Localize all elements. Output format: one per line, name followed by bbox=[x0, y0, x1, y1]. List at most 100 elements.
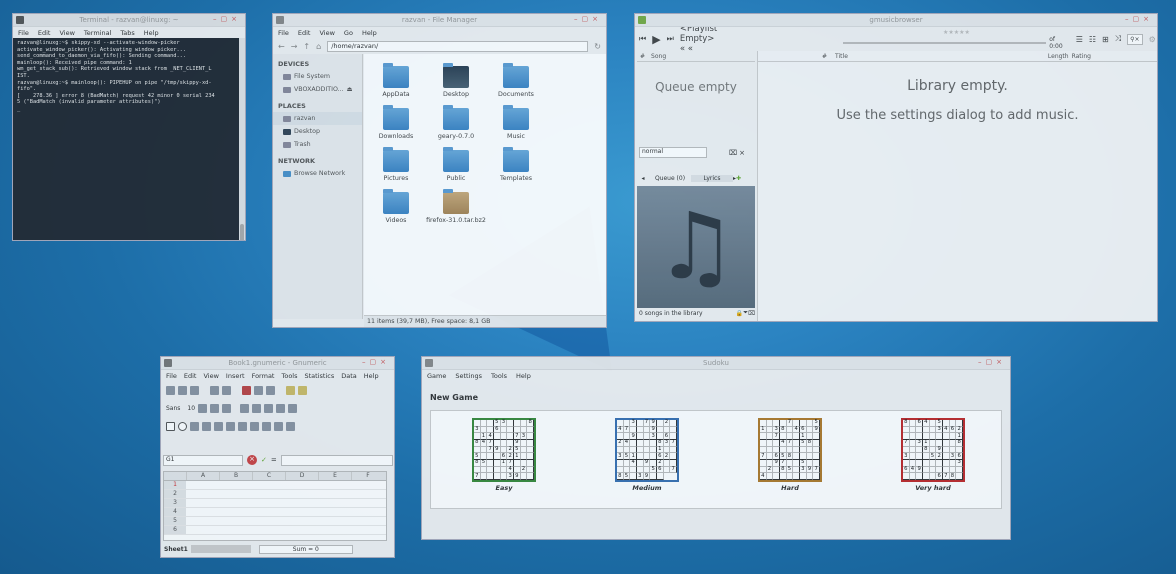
menu-format[interactable]: Format bbox=[252, 372, 275, 380]
menu-game[interactable]: Game bbox=[427, 372, 446, 380]
menu-help[interactable]: Help bbox=[516, 372, 531, 380]
menu-statistics[interactable]: Statistics bbox=[305, 372, 335, 380]
table-row[interactable]: 3 bbox=[164, 499, 386, 508]
size-select[interactable]: 10 bbox=[187, 405, 195, 412]
back-icon[interactable]: ← bbox=[278, 42, 285, 51]
puzzle-medium[interactable]: 3 7 9 2 4 7 9 9 3 6 2 4 8 3 7 1 3 5 1 6 2 4 9 2 5 6 7 8 5 3 9 Medium bbox=[612, 418, 682, 492]
col-title[interactable]: Title bbox=[835, 53, 848, 60]
sidebar-item-home[interactable]: razvan bbox=[273, 112, 362, 125]
gnumeric-window[interactable]: Book1.gnumeric - Gnumeric –▢× File Edit V… bbox=[160, 356, 395, 558]
file-item[interactable]: Downloads bbox=[366, 105, 426, 140]
col-number[interactable]: # bbox=[822, 53, 827, 60]
file-item[interactable]: Videos bbox=[366, 189, 426, 224]
window-controls-icon[interactable]: –▢× bbox=[978, 358, 1006, 366]
file-item[interactable]: Documents bbox=[486, 63, 546, 98]
gnumeric-titlebar[interactable]: Book1.gnumeric - Gnumeric –▢× bbox=[161, 357, 394, 370]
undo-icon[interactable] bbox=[286, 385, 295, 395]
window-controls-icon[interactable]: –▢× bbox=[362, 358, 390, 366]
bold-icon[interactable] bbox=[198, 403, 208, 413]
file-item[interactable]: Pictures bbox=[366, 147, 426, 182]
file-item[interactable]: Desktop bbox=[426, 63, 486, 98]
sidebar-item-trash[interactable]: Trash bbox=[273, 138, 362, 151]
new-icon[interactable] bbox=[166, 385, 175, 395]
menu-view[interactable]: View bbox=[59, 29, 74, 37]
rectangle-icon[interactable] bbox=[166, 421, 175, 431]
accept-icon[interactable]: ✓ bbox=[261, 456, 267, 464]
add-icon[interactable]: ✚ bbox=[736, 175, 741, 182]
search-input[interactable]: ⚲ × bbox=[1127, 33, 1143, 45]
menu-file[interactable]: File bbox=[166, 372, 177, 380]
align-right-icon[interactable] bbox=[264, 403, 274, 413]
col-length[interactable]: Length bbox=[1048, 53, 1069, 60]
combo-icon[interactable] bbox=[286, 421, 295, 431]
terminal-scrollbar[interactable] bbox=[239, 38, 245, 240]
window-controls-icon[interactable]: –▢× bbox=[213, 15, 241, 23]
puzzle-easy[interactable]: 5 3 8 3 6 1 4 7 3 8 4 7 9 7 9 2 5 5 6 2 1 8 5 1 7 4 2 7 3 9 Easy bbox=[469, 418, 539, 492]
equals-icon[interactable]: = bbox=[271, 456, 277, 464]
sheet-tab[interactable]: Sheet1 bbox=[161, 546, 191, 553]
terminal-output[interactable]: razvan@linuxg:~$ skippy-xd --activate-wi… bbox=[13, 38, 245, 240]
sudoku-grid[interactable]: 538361473847979255621851742739 bbox=[472, 418, 536, 482]
up-icon[interactable]: ↑ bbox=[303, 42, 310, 51]
align-left-icon[interactable] bbox=[240, 403, 250, 413]
menu-view[interactable]: View bbox=[319, 29, 334, 37]
preview-icon[interactable] bbox=[222, 385, 231, 395]
music-window[interactable]: gmusicbrowser –▢× ⏮ ▶ ⏭ <Playlist Empty> « … bbox=[634, 13, 1158, 322]
save-icon[interactable] bbox=[190, 385, 199, 395]
menu-tools[interactable]: Tools bbox=[491, 372, 507, 380]
ellipse-icon[interactable] bbox=[178, 421, 187, 431]
home-icon[interactable]: ⌂ bbox=[316, 42, 321, 51]
window-controls-icon[interactable]: –▢× bbox=[1125, 15, 1153, 23]
menu-view[interactable]: View bbox=[203, 372, 218, 380]
terminal-titlebar[interactable]: Terminal - razvan@linuxg: ~ –▢× bbox=[13, 14, 245, 27]
library-panel[interactable]: # Title Length Rating Library empty. Use th… bbox=[757, 51, 1157, 321]
scrollbar-icon[interactable] bbox=[262, 421, 271, 431]
open-icon[interactable] bbox=[178, 385, 187, 395]
align-center-icon[interactable] bbox=[252, 403, 262, 413]
file-item[interactable]: Public bbox=[426, 147, 486, 182]
button-icon[interactable] bbox=[250, 421, 259, 431]
menu-help[interactable]: Help bbox=[364, 372, 379, 380]
spreadsheet-grid[interactable]: ABCDEF 1 2 3 4 5 6 bbox=[163, 471, 387, 541]
song-column-header[interactable]: # Song bbox=[637, 51, 755, 62]
seek-slider[interactable] bbox=[843, 41, 1047, 44]
cancel-icon[interactable]: × bbox=[247, 455, 257, 465]
menu-insert[interactable]: Insert bbox=[226, 372, 245, 380]
detail-view-icon[interactable]: ☷ bbox=[1089, 35, 1096, 44]
sidebar-item-filesystem[interactable]: File System bbox=[273, 70, 362, 83]
menu-edit[interactable]: Edit bbox=[38, 29, 51, 37]
path-input[interactable]: /home/razvan/ bbox=[327, 40, 589, 52]
music-titlebar[interactable]: gmusicbrowser –▢× bbox=[635, 14, 1157, 27]
left-arrow-icon[interactable]: ◂ bbox=[637, 175, 649, 182]
sudoku-titlebar[interactable]: Sudoku –▢× bbox=[422, 357, 1010, 370]
tab-lyrics[interactable]: Lyrics bbox=[691, 175, 733, 182]
close-filter-icon[interactable]: ⌧ bbox=[748, 310, 755, 317]
table-row[interactable]: 5 bbox=[164, 517, 386, 526]
file-item[interactable]: geary-0.7.0 bbox=[426, 105, 486, 140]
clear-queue-icon[interactable]: ⌧ bbox=[729, 149, 737, 157]
arrow-icon[interactable] bbox=[214, 421, 223, 431]
sudoku-grid[interactable]: 7513846971475876589752853974 bbox=[758, 418, 822, 482]
copy-icon[interactable] bbox=[254, 385, 263, 395]
file-item[interactable]: firefox-31.0.tar.bz2 bbox=[426, 189, 486, 224]
sudoku-grid[interactable]: 3792479936248371351624925678539 bbox=[615, 418, 679, 482]
menu-help[interactable]: Help bbox=[144, 29, 159, 37]
list-icon[interactable] bbox=[274, 421, 283, 431]
radio-icon[interactable] bbox=[238, 421, 247, 431]
line-icon[interactable] bbox=[202, 421, 211, 431]
terminal-window[interactable]: Terminal - razvan@linuxg: ~ –▢× File Edit… bbox=[12, 13, 246, 241]
table-row[interactable]: 2 bbox=[164, 490, 386, 499]
next-icon[interactable]: ⏭ bbox=[667, 34, 674, 44]
rating-stars-icon[interactable]: ★★★★★ bbox=[943, 29, 970, 36]
frame-icon[interactable] bbox=[190, 421, 199, 431]
menu-tools[interactable]: Tools bbox=[281, 372, 297, 380]
italic-icon[interactable] bbox=[210, 403, 220, 413]
file-item[interactable]: Music bbox=[486, 105, 546, 140]
sudoku-grid[interactable]: 864534621731889352363649678 bbox=[901, 418, 965, 482]
merge-icon[interactable] bbox=[276, 403, 286, 413]
sidebar-item-network[interactable]: Browse Network bbox=[273, 167, 362, 180]
checkbox-icon[interactable] bbox=[226, 421, 235, 431]
menu-terminal[interactable]: Terminal bbox=[84, 29, 111, 37]
menu-file[interactable]: File bbox=[18, 29, 29, 37]
shuffle-icon[interactable]: ⤨ bbox=[1115, 34, 1121, 44]
